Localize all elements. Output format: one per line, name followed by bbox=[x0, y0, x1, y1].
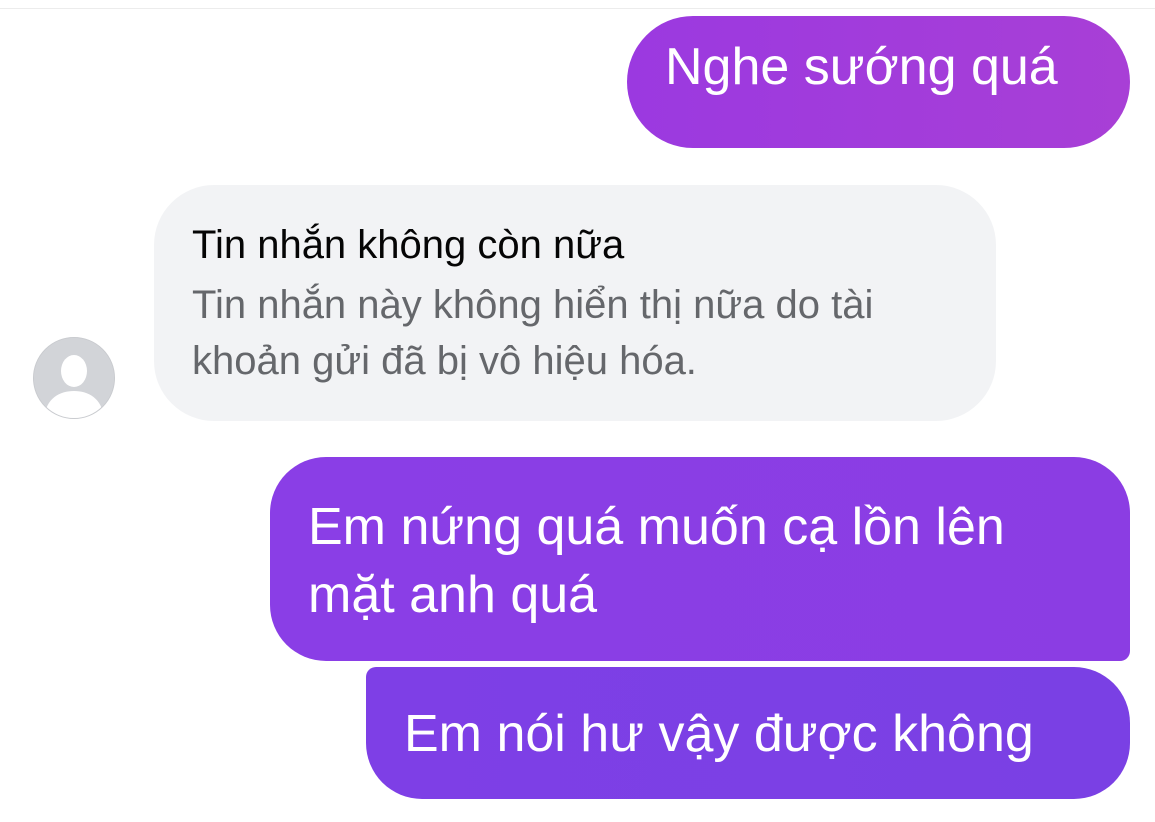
incoming-unavailable-message-bubble[interactable]: Tin nhắn không còn nữa Tin nhắn này khôn… bbox=[154, 185, 996, 421]
sender-avatar[interactable] bbox=[33, 337, 115, 419]
message-text: Em nứng quá muốn cạ lồn lên mặt anh quá bbox=[308, 498, 1005, 624]
default-user-avatar-icon bbox=[34, 338, 114, 418]
outgoing-message-bubble[interactable]: Em nứng quá muốn cạ lồn lên mặt anh quá bbox=[270, 457, 1130, 661]
message-text: Em nói hư vậy được không bbox=[404, 705, 1034, 763]
outgoing-message-bubble[interactable]: Nghe sướng quá bbox=[627, 16, 1130, 148]
chat-thread: Nghe sướng quá Tin nhắn không còn nữa Ti… bbox=[0, 0, 1155, 822]
unavailable-message-title: Tin nhắn không còn nữa bbox=[192, 223, 625, 267]
unavailable-message-body: Tin nhắn này không hiển thị nữa do tài k… bbox=[192, 283, 874, 383]
divider bbox=[0, 8, 1155, 9]
message-text: Nghe sướng quá bbox=[665, 38, 1058, 96]
outgoing-message-bubble[interactable]: Em nói hư vậy được không bbox=[366, 667, 1130, 799]
